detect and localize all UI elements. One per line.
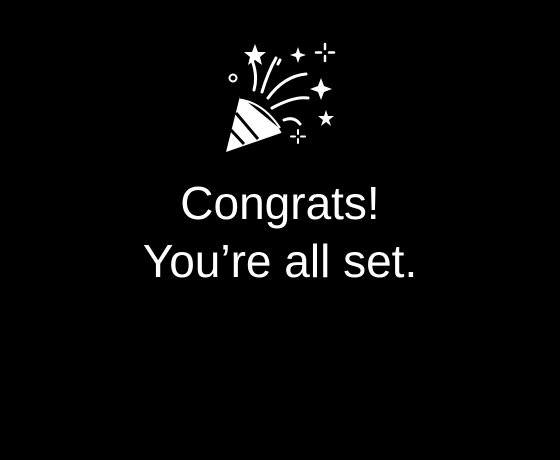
success-message: Congrats! You’re all set. bbox=[0, 174, 560, 290]
star-small bbox=[318, 110, 334, 126]
star-large bbox=[244, 44, 266, 65]
popper-cone bbox=[226, 93, 287, 152]
party-popper-icon bbox=[226, 42, 336, 152]
success-screen: Congrats! You’re all set. bbox=[0, 0, 560, 460]
headline: Congrats! bbox=[180, 177, 380, 229]
sparkle-plus bbox=[314, 42, 336, 63]
sparkle-small bbox=[290, 47, 306, 63]
sparkle-right bbox=[310, 78, 332, 100]
sparkle-bottom bbox=[290, 129, 306, 144]
subline: You’re all set. bbox=[142, 235, 418, 287]
confetti-dot bbox=[228, 73, 238, 83]
